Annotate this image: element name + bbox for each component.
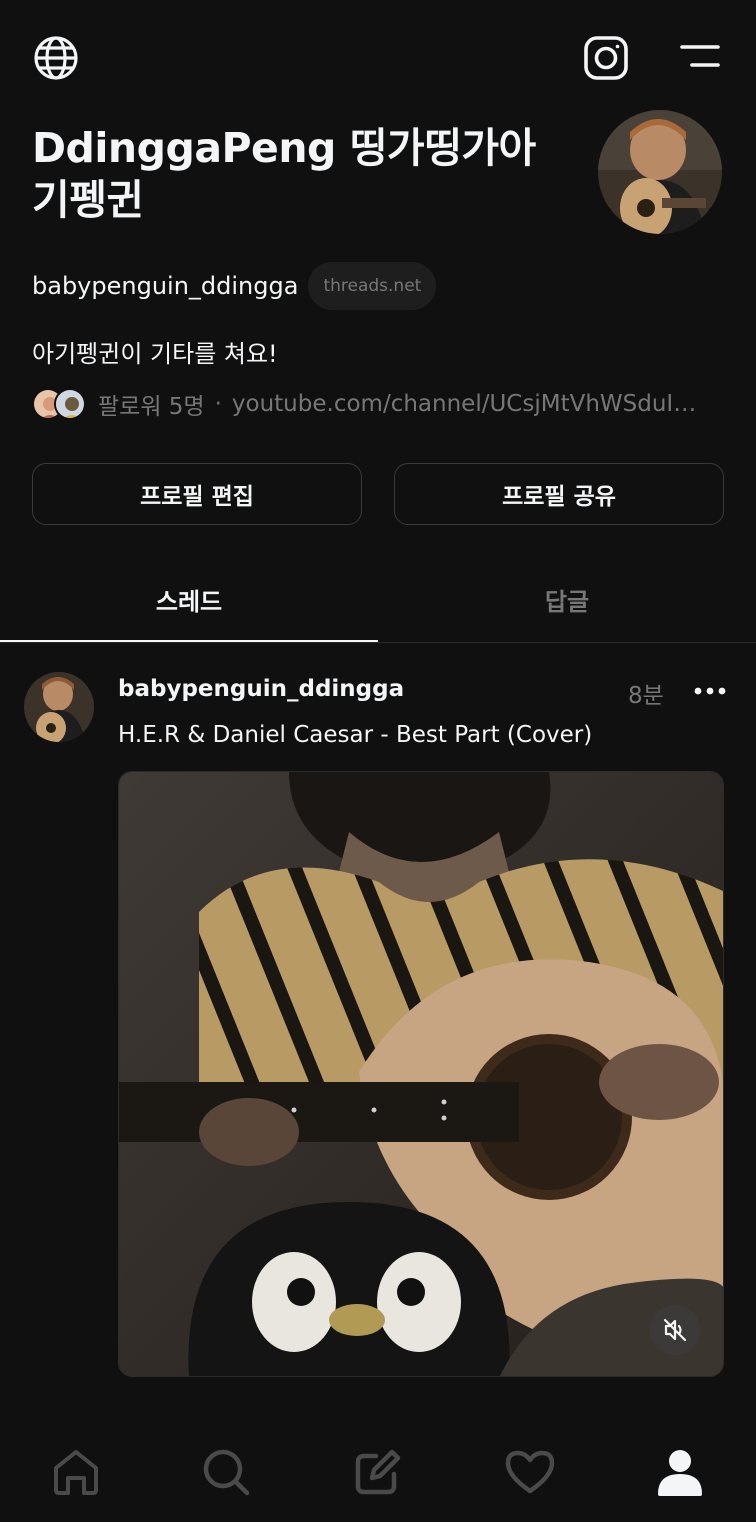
- tab-replies[interactable]: 답글: [378, 556, 756, 642]
- domain-chip[interactable]: threads.net: [308, 262, 437, 310]
- post-time: 8분: [628, 683, 664, 709]
- profile-link[interactable]: youtube.com/channel/UCsjMtVhWSduIR…: [232, 391, 712, 417]
- profile-avatar[interactable]: [598, 110, 722, 234]
- home-icon[interactable]: [46, 1442, 106, 1502]
- bottom-nav: [0, 1420, 756, 1522]
- follower-avatars[interactable]: [32, 387, 88, 421]
- profile-bio: 아기펭귄이 기타를 쳐요!: [32, 340, 278, 368]
- profile-icon[interactable]: [650, 1442, 710, 1502]
- mute-icon[interactable]: [650, 1305, 700, 1355]
- active-tab-indicator: [0, 640, 378, 642]
- profile-username: babypenguin_ddingga: [32, 272, 299, 300]
- separator-dot: ·: [214, 391, 222, 417]
- globe-icon[interactable]: [30, 32, 82, 84]
- post-video[interactable]: [118, 771, 724, 1377]
- followers-row: 팔로워 5명 · youtube.com/channel/UCsjMtVhWSd…: [32, 386, 712, 422]
- edit-profile-button[interactable]: 프로필 편집: [32, 463, 362, 525]
- tab-divider: [0, 642, 756, 643]
- more-icon[interactable]: [690, 676, 730, 706]
- heart-icon[interactable]: [500, 1442, 560, 1502]
- follower-avatar: [54, 388, 86, 420]
- compose-icon[interactable]: [348, 1442, 408, 1502]
- profile-display-name: DdinggaPeng 띵가띵가아기펭귄: [32, 124, 536, 224]
- followers-count[interactable]: 팔로워 5명: [98, 387, 205, 421]
- instagram-icon[interactable]: [580, 32, 632, 84]
- handle-row: babypenguin_ddingga threads.net: [32, 262, 437, 310]
- menu-icon[interactable]: [676, 36, 724, 76]
- post-text: H.E.R & Daniel Caesar - Best Part (Cover…: [118, 722, 593, 748]
- post-username[interactable]: babypenguin_ddingga: [118, 676, 404, 702]
- share-profile-button[interactable]: 프로필 공유: [394, 463, 724, 525]
- tab-threads[interactable]: 스레드: [0, 556, 378, 642]
- post-avatar[interactable]: [24, 672, 94, 742]
- search-icon[interactable]: [196, 1442, 256, 1502]
